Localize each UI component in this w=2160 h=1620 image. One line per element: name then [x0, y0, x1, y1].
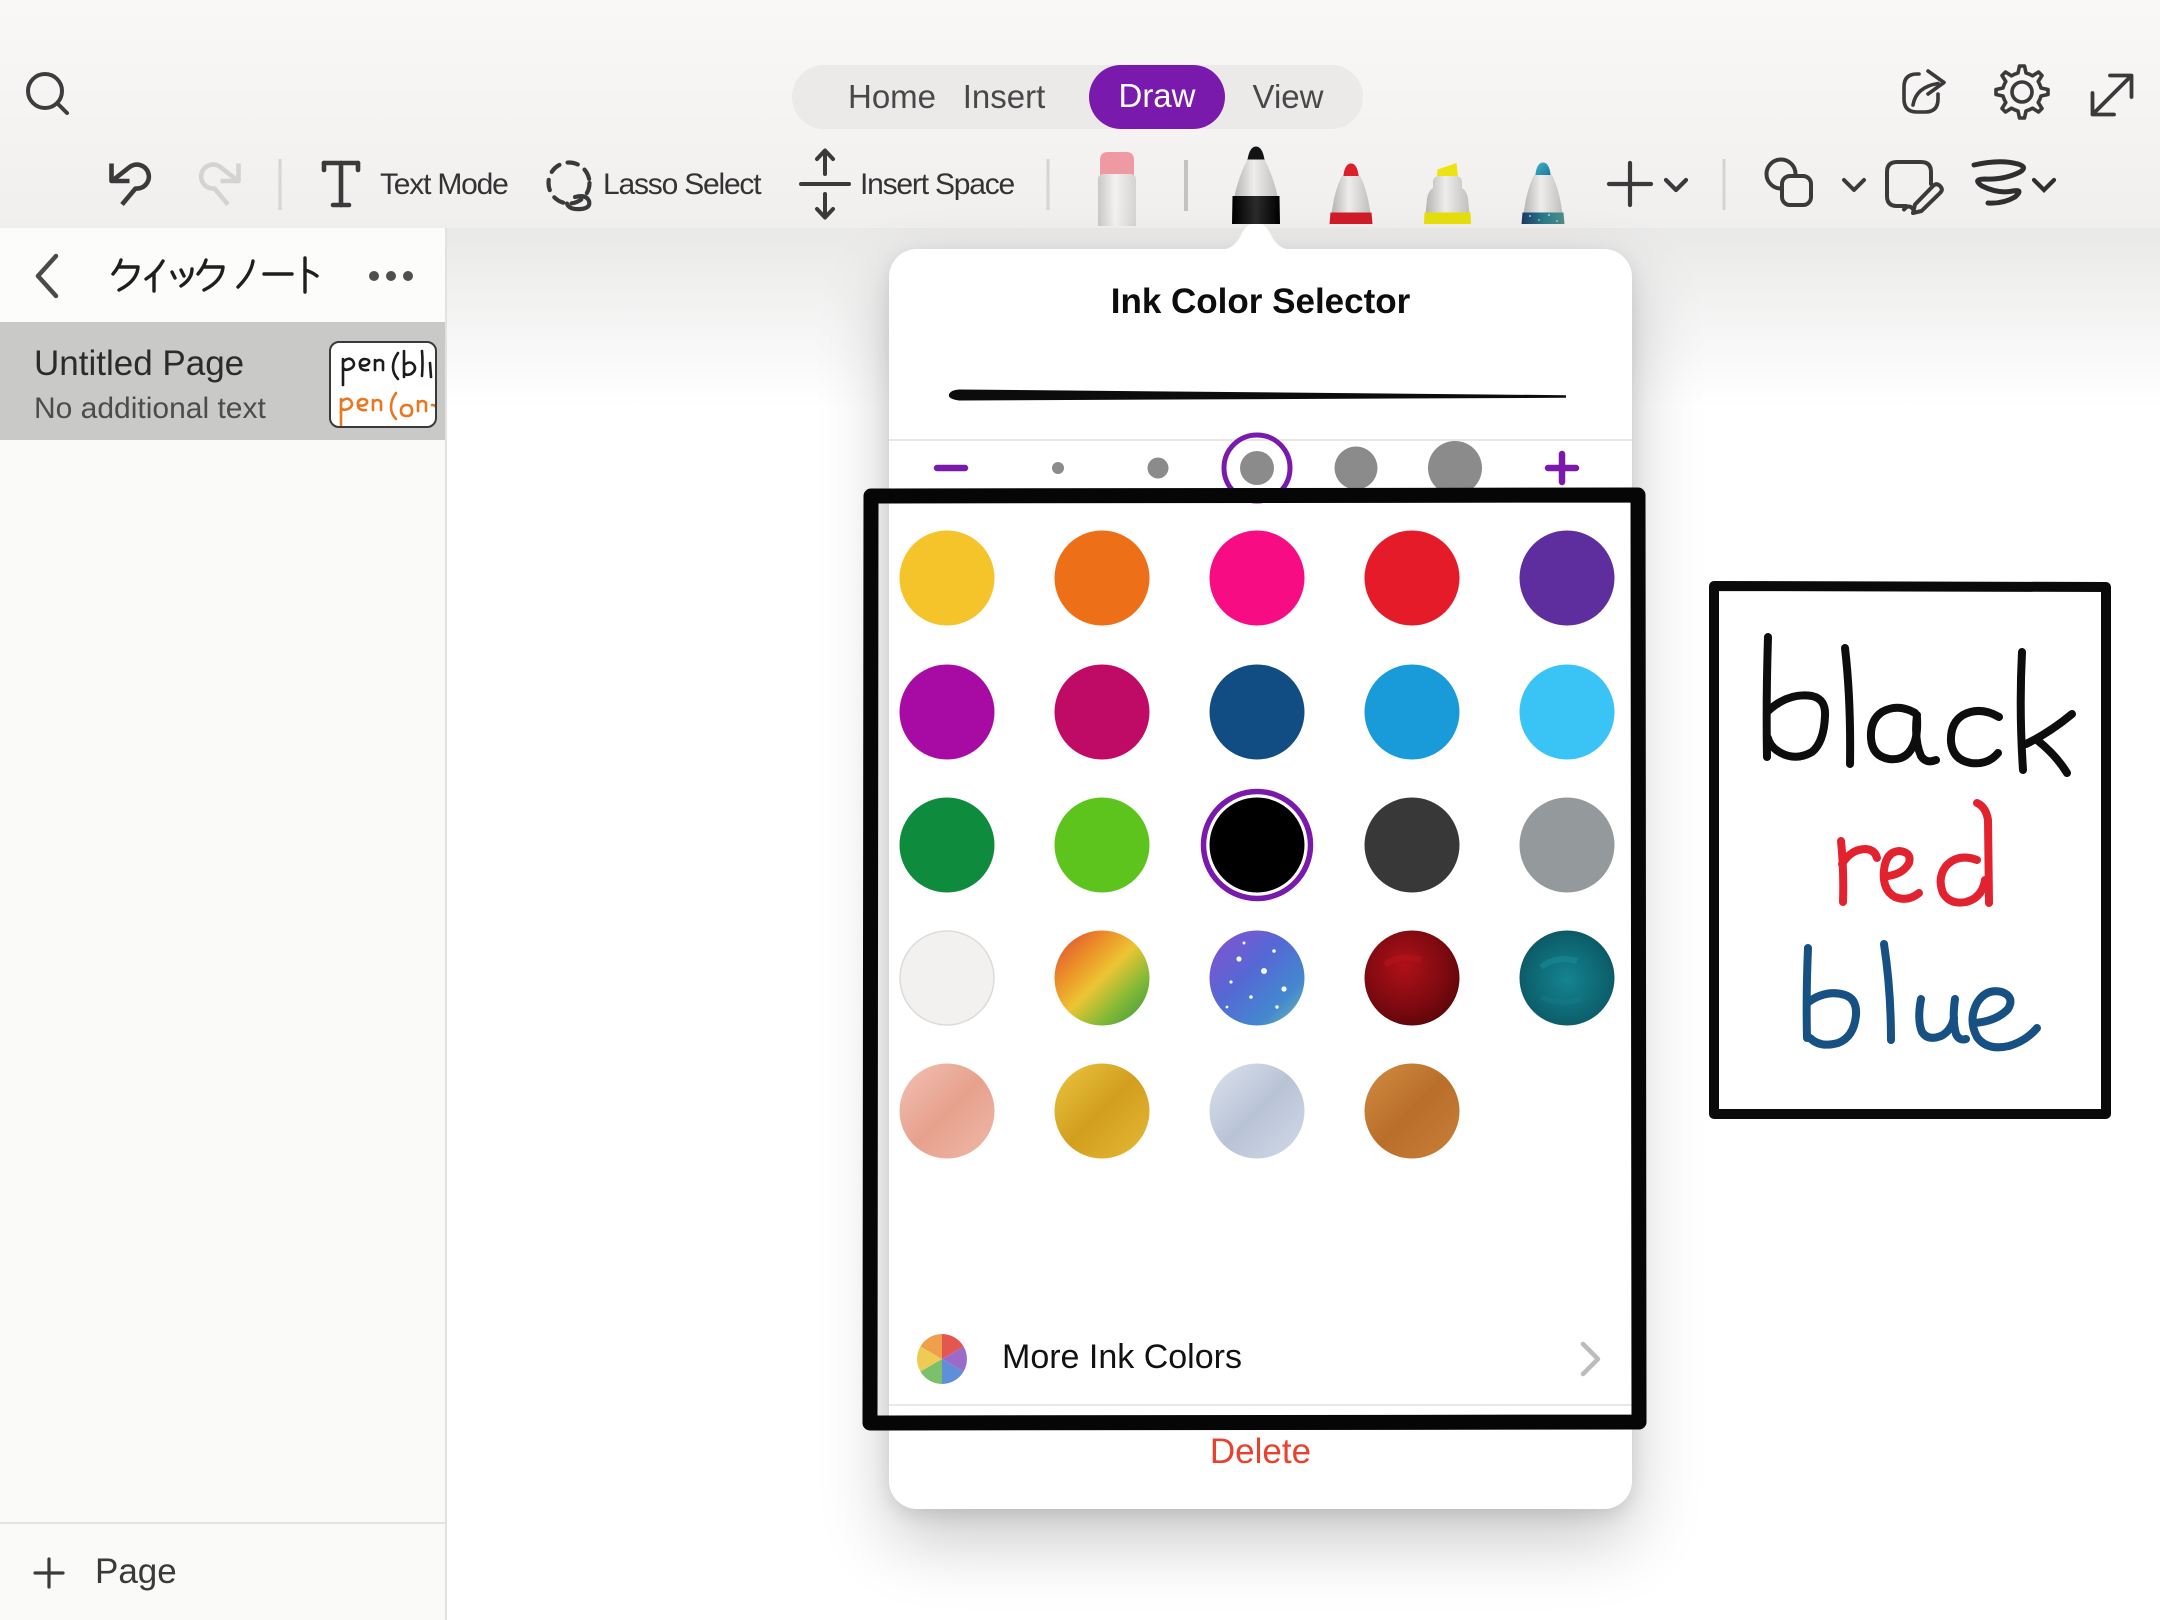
svg-text:Text Mode: Text Mode [380, 168, 508, 201]
svg-text:Insert Space: Insert Space [860, 168, 1015, 201]
svg-text:Lasso Select: Lasso Select [603, 168, 762, 201]
